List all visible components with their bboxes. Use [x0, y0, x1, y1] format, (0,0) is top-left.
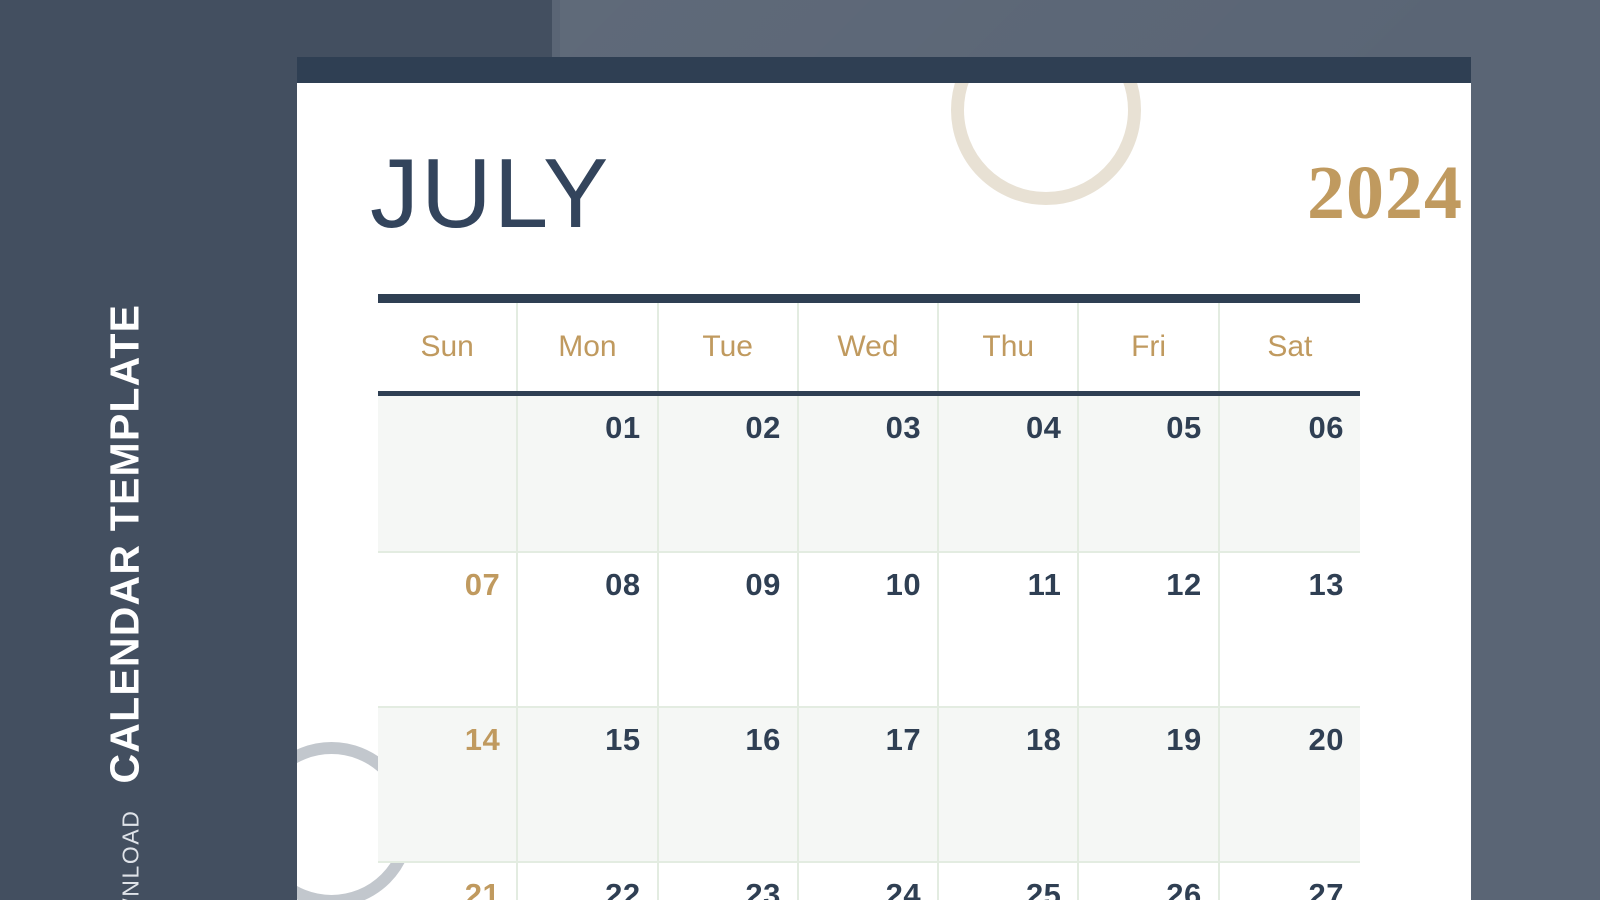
day-number: 27 — [1308, 877, 1344, 900]
day-cell[interactable]: 04 — [939, 396, 1080, 551]
calendar-week-row: 21 22 23 24 25 26 27 — [378, 861, 1360, 900]
day-cell[interactable]: 17 — [799, 708, 940, 861]
day-number: 23 — [745, 877, 781, 900]
day-number: 05 — [1166, 410, 1202, 445]
day-number: 26 — [1166, 877, 1202, 900]
day-number: 04 — [1025, 410, 1062, 445]
weekday-header-sun: Sun — [378, 303, 519, 391]
day-cell[interactable]: 22 — [518, 863, 659, 900]
day-cell[interactable]: 05 — [1079, 396, 1220, 551]
day-cell[interactable]: 10 — [799, 553, 940, 706]
weekday-header-wed: Wed — [799, 303, 940, 391]
screenshot-root: FREE DOWNLOAD CALENDAR TEMPLATE JULY 202… — [0, 0, 1600, 900]
day-cell[interactable]: 02 — [659, 396, 799, 551]
day-number: 15 — [605, 722, 641, 757]
day-cell[interactable]: 13 — [1220, 553, 1360, 706]
day-number: 21 — [464, 877, 501, 900]
day-cell[interactable]: 06 — [1220, 396, 1360, 551]
day-cell[interactable]: 16 — [659, 708, 799, 861]
day-cell[interactable]: 19 — [1079, 708, 1220, 861]
day-number: 02 — [745, 410, 781, 445]
day-number: 18 — [1025, 722, 1062, 757]
weekday-header-row: Sun Mon Tue Wed Thu Fri Sat — [378, 303, 1360, 391]
day-number: 17 — [885, 722, 922, 757]
day-cell[interactable]: 25 — [939, 863, 1080, 900]
day-number: 25 — [1025, 877, 1062, 900]
day-number: 03 — [885, 410, 922, 445]
day-number: 11 — [1027, 567, 1062, 602]
day-cell[interactable]: 08 — [518, 553, 659, 706]
backdrop-glow — [560, 0, 1460, 60]
day-cell[interactable]: 01 — [518, 396, 659, 551]
day-cell[interactable]: 03 — [799, 396, 940, 551]
day-cell[interactable]: 11 — [939, 553, 1080, 706]
weekday-header-thu: Thu — [939, 303, 1080, 391]
grid-top-rule — [378, 294, 1360, 303]
day-cell[interactable]: 20 — [1220, 708, 1360, 861]
day-number: 09 — [745, 567, 781, 602]
day-number: 06 — [1308, 410, 1344, 445]
day-number: 08 — [605, 567, 641, 602]
weekday-header-fri: Fri — [1079, 303, 1220, 391]
day-cell[interactable]: 18 — [939, 708, 1080, 861]
day-number: 10 — [885, 567, 922, 602]
weekday-header-sat: Sat — [1267, 330, 1313, 363]
weekday-header-tue: Tue — [659, 303, 799, 391]
day-cell[interactable]: 14 — [378, 708, 519, 861]
day-cell[interactable]: 07 — [378, 553, 519, 706]
page-top-bar — [297, 57, 1471, 83]
day-number: 13 — [1308, 567, 1344, 602]
day-number: 22 — [605, 877, 641, 900]
day-number: 14 — [464, 722, 501, 757]
weekday-header-mon: Mon — [518, 303, 659, 391]
calendar-page: JULY 2024 Sun Mon Tue Wed Thu Fri Sat 01 02 03 04… — [297, 57, 1471, 900]
day-cell[interactable]: 24 — [799, 863, 940, 900]
day-cell[interactable]: 27 — [1220, 863, 1360, 900]
day-cell[interactable]: 12 — [1079, 553, 1220, 706]
day-number: 01 — [605, 410, 641, 445]
day-cell[interactable]: 26 — [1079, 863, 1220, 900]
day-cell[interactable]: 23 — [659, 863, 799, 900]
day-number: 07 — [464, 567, 501, 602]
day-cell[interactable]: 09 — [659, 553, 799, 706]
calendar-weeks: 01 02 03 04 05 06 07 08 09 10 11 12 13 14 15 16 17 18 19 20… — [378, 396, 1360, 900]
day-number: 19 — [1166, 722, 1202, 757]
calendar-week-row: 07 08 09 10 11 12 13 — [378, 551, 1360, 706]
day-cell[interactable]: 15 — [518, 708, 659, 861]
calendar-header: JULY 2024 — [370, 135, 1462, 250]
day-cell[interactable]: 21 — [378, 863, 519, 900]
day-number: 12 — [1166, 567, 1202, 602]
calendar-grid: Sun Mon Tue Wed Thu Fri Sat 01 02 03 04 05 06 07 08 09… — [378, 294, 1360, 900]
backdrop-dark-top-strip — [0, 0, 552, 57]
day-cell[interactable] — [378, 396, 519, 551]
day-number: 16 — [745, 722, 781, 757]
calendar-week-row: 14 15 16 17 18 19 20 — [378, 706, 1360, 861]
month-title: JULY — [370, 137, 611, 248]
day-number: 24 — [885, 877, 922, 900]
year-title: 2024 — [1307, 150, 1463, 235]
calendar-week-row: 01 02 03 04 05 06 — [378, 396, 1360, 551]
day-number: 20 — [1308, 722, 1344, 757]
